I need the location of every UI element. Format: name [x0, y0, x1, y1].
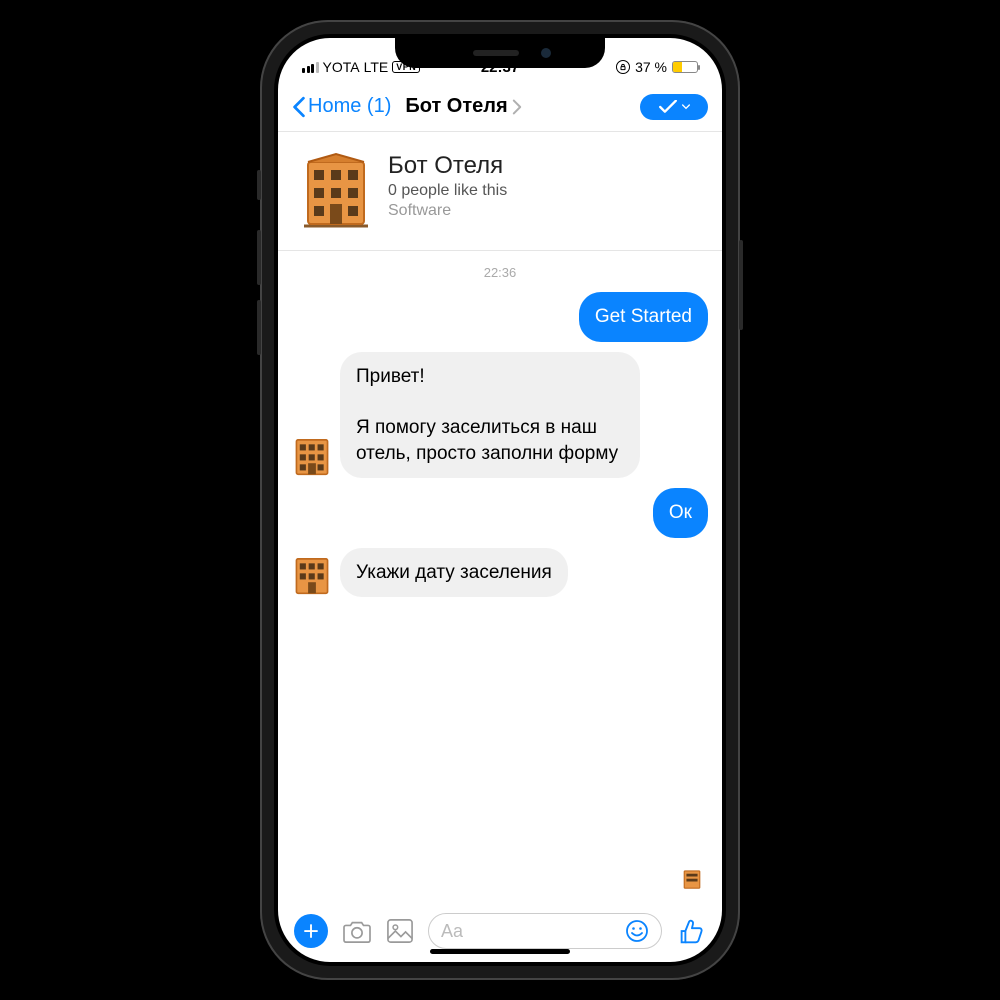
profile-category: Software — [388, 202, 507, 220]
bot-avatar-icon — [292, 553, 332, 597]
battery-icon — [672, 61, 698, 73]
input-placeholder: Aa — [441, 921, 463, 942]
volume-up — [257, 230, 261, 285]
user-message[interactable]: Ок — [653, 488, 708, 538]
message-input[interactable]: Aa — [428, 913, 662, 949]
plus-icon — [302, 922, 320, 940]
profile-likes: 0 people like this — [388, 182, 507, 200]
like-button[interactable] — [676, 916, 706, 946]
chat-timestamp: 22:36 — [292, 257, 708, 292]
back-button[interactable]: Home (1) — [292, 95, 391, 118]
nav-title-group[interactable]: Бот Отеля — [405, 95, 521, 118]
message-row: Укажи дату заселения — [292, 548, 708, 598]
emoji-icon[interactable] — [625, 919, 649, 943]
signal-icon — [302, 62, 319, 73]
bot-message[interactable]: Привет! Я помогу заселиться в наш отель,… — [340, 352, 640, 479]
volume-down — [257, 300, 261, 355]
message-row: Get Started — [292, 292, 708, 342]
mute-switch — [257, 170, 261, 200]
camera-icon[interactable] — [342, 918, 372, 944]
battery-percent: 37 % — [635, 59, 667, 75]
check-icon — [658, 100, 678, 114]
screen: YOTA LTE VPN 22:37 37 % Home (1) — [278, 38, 722, 962]
carrier-label: YOTA — [323, 59, 360, 75]
back-label: Home (1) — [308, 95, 391, 118]
gallery-icon[interactable] — [386, 918, 414, 944]
home-indicator[interactable] — [430, 949, 570, 954]
nav-header: Home (1) Бот Отеля — [278, 82, 722, 132]
profile-name: Бот Отеля — [388, 152, 507, 180]
message-row: Привет! Я помогу заселиться в наш отель,… — [292, 352, 708, 479]
confirm-button[interactable] — [640, 94, 708, 120]
profile-card[interactable]: Бот Отеля 0 people like this Software — [278, 132, 722, 251]
notch — [395, 38, 605, 68]
bot-avatar-icon — [292, 434, 332, 478]
add-button[interactable] — [294, 914, 328, 948]
orientation-lock-icon — [616, 60, 630, 74]
message-row: Ок — [292, 488, 708, 538]
nav-title: Бот Отеля — [405, 95, 507, 118]
hotel-icon — [300, 152, 372, 230]
chat-area[interactable]: 22:36 Get Started Привет! Я — [278, 251, 722, 906]
power-button — [739, 240, 743, 330]
user-message[interactable]: Get Started — [579, 292, 708, 342]
chevron-left-icon — [292, 96, 306, 118]
chevron-right-icon — [512, 99, 522, 115]
sticker-hotel-icon — [682, 868, 702, 890]
network-label: LTE — [364, 59, 389, 75]
bot-message[interactable]: Укажи дату заселения — [340, 548, 568, 598]
phone-frame: YOTA LTE VPN 22:37 37 % Home (1) — [260, 20, 740, 980]
chevron-down-icon — [682, 104, 690, 110]
